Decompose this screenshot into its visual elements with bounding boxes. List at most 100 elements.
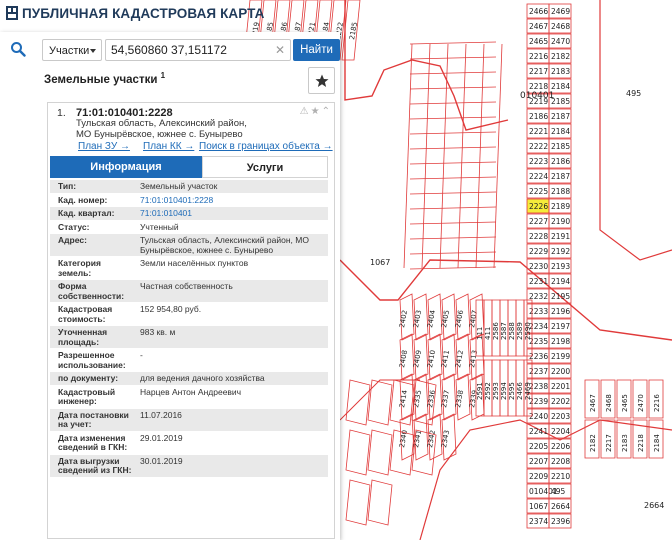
parcel-number-label: 2229 <box>529 247 548 256</box>
info-value: 29.01.2019 <box>140 432 183 443</box>
info-value: Нарцев Антон Андреевич <box>140 386 242 397</box>
info-value: 152 954,80 руб. <box>140 304 202 314</box>
parcel-number-label: 2590 <box>524 322 532 340</box>
info-row: Разрешенное использование: - <box>50 349 328 372</box>
parcel-number-label: 2409 <box>412 349 423 368</box>
tab-information[interactable]: Информация <box>50 156 202 178</box>
parcel-number-label: 2191 <box>551 232 570 241</box>
info-value: Частная собственность <box>140 281 233 291</box>
info-value: Земли населённых пунктов <box>140 258 249 268</box>
parcel-number-label: 2196 <box>551 307 570 316</box>
tab-services[interactable]: Услуги <box>202 156 328 178</box>
parcel-number-label: 2183 <box>551 67 570 76</box>
info-row: Кад. номер: 71:01:010401:2228 <box>50 193 328 207</box>
info-value: для ведения дачного хозяйства <box>140 373 265 383</box>
info-row: Категория земель: Земли населённых пункто… <box>50 257 328 280</box>
info-row: по документу: для ведения дачного хозяйст… <box>50 372 328 386</box>
info-label: Форма собственности: <box>58 281 125 301</box>
clear-icon[interactable]: ✕ <box>275 40 285 60</box>
parcel-number-label: 495 <box>551 487 566 496</box>
parcel-number-label: 2405 <box>440 309 451 328</box>
card-actions: ⚠ ★ ⌃ <box>298 106 330 117</box>
parcel-number-label: 2408 <box>398 349 409 368</box>
info-value: 30.01.2019 <box>140 455 183 466</box>
info-value: - <box>140 350 143 360</box>
parcel-boundary <box>457 43 467 269</box>
parcel-number-label: 2587 <box>500 322 508 340</box>
parcel-number-label: 2226 <box>529 202 548 211</box>
link-search-in-bounds[interactable]: Поиск в границах объекта → <box>199 141 333 152</box>
info-row: Адрес: Тульская область, Алексинский райо… <box>50 234 328 257</box>
parcel-number-label: 2411 <box>440 349 451 368</box>
parcel-number-label: 2182 <box>551 52 570 61</box>
parcel-number-label: 2187 <box>551 172 570 181</box>
parcel-boundary <box>403 43 413 269</box>
parcel-boundary <box>409 101 497 105</box>
info-row: Кадастровый инженер: Нарцев Антон Андреев… <box>50 385 328 409</box>
info-row: Кадастровая стоимость: 152 954,80 руб. <box>50 303 328 326</box>
parcel-number-label: 2206 <box>551 442 570 451</box>
object-type-select[interactable]: Участки <box>42 39 102 61</box>
parcel-number-label: 495 <box>626 89 641 98</box>
parcel-number-label: 2230 <box>529 262 548 271</box>
info-value-link[interactable]: 71:01:010401 <box>136 207 328 220</box>
parcel-boundary <box>599 0 672 261</box>
star-outline-icon[interactable]: ★ <box>311 106 320 117</box>
chevron-down-icon <box>90 49 96 53</box>
parcel-number-label: 2593 <box>492 382 500 400</box>
info-label: Кадастровый инженер: <box>58 386 116 406</box>
parcel-number-label: 2227 <box>529 217 548 226</box>
parcel-number-label: 2200 <box>551 367 570 376</box>
parcel-number-label: 2404 <box>426 309 437 328</box>
search-toggle-button[interactable] <box>4 36 32 62</box>
card-tabs: Информация Услуги <box>50 156 328 178</box>
parcel-boundary <box>421 43 431 269</box>
info-row: Дата постановки на учет: 11.07.2016 <box>50 408 328 432</box>
search-input[interactable]: 54,560860 37,151172 ✕ <box>105 39 291 61</box>
parcel-boundary <box>409 86 497 90</box>
parcel-number-label: 2183 <box>621 434 629 452</box>
object-type-label: Участки <box>49 45 90 57</box>
info-row: Дата выгрузки сведений из ГКН: 30.01.2019 <box>50 454 328 478</box>
results-heading-text: Земельные участки <box>44 73 158 86</box>
search-panel: Участки 54,560860 37,151172 ✕ Найти Земе… <box>0 32 340 540</box>
parcel-number-label: 2197 <box>551 322 570 331</box>
chevron-up-icon[interactable]: ⌃ <box>322 106 330 117</box>
parcel-number-label: 2231 <box>529 277 548 286</box>
info-value: Учтенный <box>140 221 179 232</box>
parcel-boundary <box>409 176 497 180</box>
parcel-boundary <box>409 116 497 120</box>
favorites-button[interactable] <box>308 67 335 94</box>
info-row: Дата изменения сведений в ГКН: 29.01.2019 <box>50 431 328 455</box>
parcel-number-label: 2193 <box>551 262 570 271</box>
info-value: 11.07.2016 <box>140 409 182 420</box>
info-row: Тип: Земельный участок <box>50 180 328 194</box>
app-title-text: ПУБЛИЧНАЯ КАДАСТРОВАЯ КАРТА <box>22 6 265 21</box>
parcel-number-label: 111 <box>476 327 484 340</box>
parcel-number-label: 2204 <box>551 427 570 436</box>
parcel-number-label: 2412 <box>454 349 465 368</box>
parcel-boundary <box>409 41 497 45</box>
info-value-link[interactable]: 71:01:010401:2228 <box>136 194 328 207</box>
parcel-number-label: 2221 <box>529 127 548 136</box>
link-plan-kk[interactable]: План КК → <box>143 141 194 152</box>
parcel-number-label: 2224 <box>529 172 548 181</box>
parcel-number-label: 2201 <box>551 382 570 391</box>
parcel-number-label: 2594 <box>500 382 508 400</box>
parcel-number-label: 2184 <box>551 82 570 91</box>
info-label: Кад. номер: <box>58 194 108 205</box>
find-button[interactable]: Найти <box>293 39 340 61</box>
parcel-number-label: 010401 <box>520 91 554 101</box>
parcel-number-label: 2468 <box>605 394 613 412</box>
parcel-number-label: 2414 <box>398 389 409 408</box>
info-label: Кад. квартал: <box>58 208 115 218</box>
parcel-number-label: 2195 <box>551 292 570 301</box>
warning-icon[interactable]: ⚠ <box>300 106 309 117</box>
parcel-number-label: 2182 <box>589 434 597 452</box>
parcel-number-label: 2187 <box>551 112 570 121</box>
parcel-number-label: 2186 <box>551 157 570 166</box>
parcel-number-label: 2337 <box>440 389 451 408</box>
parcel-number-label: 2589 <box>516 322 524 340</box>
link-plan-zu[interactable]: План ЗУ → <box>78 141 130 152</box>
parcel-number-label: 2198 <box>551 337 570 346</box>
